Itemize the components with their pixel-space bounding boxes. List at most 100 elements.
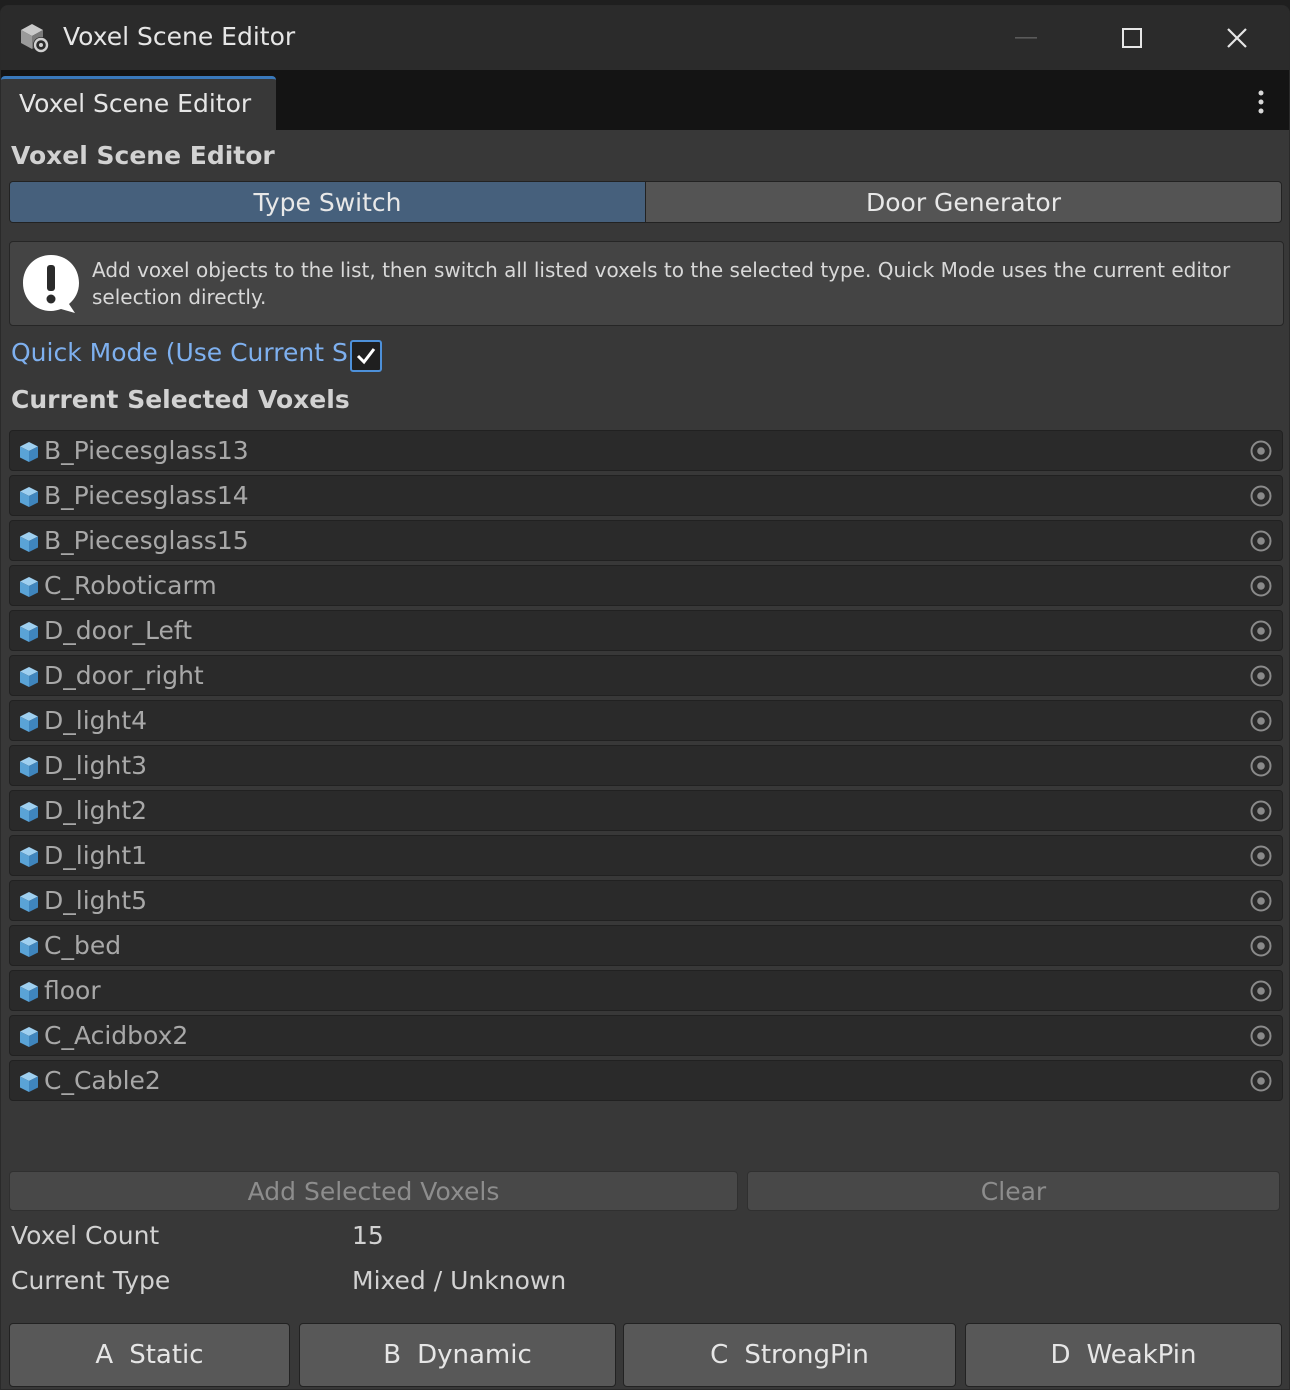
cube-icon xyxy=(20,802,38,822)
voxel-name: D_light3 xyxy=(44,751,148,780)
list-item[interactable]: floor xyxy=(9,970,1283,1011)
voxel-count-label: Voxel Count xyxy=(11,1221,160,1250)
more-options-icon[interactable] xyxy=(1251,87,1271,117)
list-item[interactable]: D_light2 xyxy=(9,790,1283,831)
type-key: B xyxy=(383,1340,402,1370)
type-label: StrongPin xyxy=(744,1340,869,1370)
object-picker-icon[interactable] xyxy=(1249,799,1273,823)
minimize-button[interactable] xyxy=(973,6,1078,70)
object-picker-icon[interactable] xyxy=(1249,889,1273,913)
type-dynamic-button[interactable]: B Dynamic xyxy=(299,1323,616,1387)
list-item[interactable]: D_door_right xyxy=(9,655,1283,696)
type-weakpin-button[interactable]: D WeakPin xyxy=(965,1323,1282,1387)
voxel-name: D_door_Left xyxy=(44,616,193,645)
cube-icon xyxy=(20,622,38,642)
quick-mode-label[interactable]: Quick Mode (Use Current Selection) xyxy=(11,338,347,374)
close-button[interactable] xyxy=(1184,6,1289,70)
quick-mode-checkbox[interactable] xyxy=(350,340,382,372)
object-picker-icon[interactable] xyxy=(1249,934,1273,958)
list-item[interactable]: D_light4 xyxy=(9,700,1283,741)
voxel-list: B_Piecesglass13 B_Piecesglass14 B_Piecesgl… xyxy=(9,430,1283,1105)
voxel-name: C_Roboticarm xyxy=(44,571,217,600)
editor-window: Voxel Scene Editor Voxel Scene Editor Vo… xyxy=(0,5,1290,1390)
cube-icon xyxy=(20,442,38,462)
object-picker-icon[interactable] xyxy=(1249,664,1273,688)
object-picker-icon[interactable] xyxy=(1249,439,1273,463)
checkmark-icon xyxy=(356,348,376,365)
voxel-name: D_light1 xyxy=(44,841,148,870)
type-key: A xyxy=(95,1340,114,1370)
object-picker-icon[interactable] xyxy=(1249,484,1273,508)
cube-icon xyxy=(20,757,38,777)
minimize-icon xyxy=(1014,37,1037,39)
cube-icon xyxy=(20,712,38,732)
type-key: C xyxy=(710,1340,729,1370)
voxel-name: B_Piecesglass13 xyxy=(44,436,249,465)
voxel-name: D_door_right xyxy=(44,661,204,690)
object-picker-icon[interactable] xyxy=(1249,709,1273,733)
cube-icon xyxy=(20,937,38,957)
list-item[interactable]: C_Acidbox2 xyxy=(9,1015,1283,1056)
add-selected-voxels-button[interactable]: Add Selected Voxels xyxy=(9,1171,738,1211)
object-picker-icon[interactable] xyxy=(1249,619,1273,643)
voxel-name: D_light4 xyxy=(44,706,148,735)
type-strongpin-button[interactable]: C StrongPin xyxy=(623,1323,956,1387)
type-label: Dynamic xyxy=(417,1340,532,1370)
list-item[interactable]: C_Roboticarm xyxy=(9,565,1283,606)
tab-voxel-scene-editor[interactable]: Voxel Scene Editor xyxy=(1,76,276,130)
list-item[interactable]: C_bed xyxy=(9,925,1283,966)
maximize-icon xyxy=(1121,28,1142,48)
cube-icon xyxy=(20,487,38,507)
object-picker-icon[interactable] xyxy=(1249,529,1273,553)
current-type-value: Mixed / Unknown xyxy=(352,1266,567,1295)
list-item[interactable]: C_Cable2 xyxy=(9,1060,1283,1101)
panel-content: Voxel Scene Editor Type Switch Door Gene… xyxy=(1,130,1289,1389)
list-item[interactable]: D_light5 xyxy=(9,880,1283,921)
list-item[interactable]: D_door_Left xyxy=(9,610,1283,651)
tab-door-generator[interactable]: Door Generator xyxy=(646,182,1281,222)
cube-icon xyxy=(20,667,38,687)
cube-icon xyxy=(20,982,38,1002)
voxel-name: C_Cable2 xyxy=(44,1066,161,1095)
object-picker-icon[interactable] xyxy=(1249,1069,1273,1093)
warning-icon xyxy=(23,255,79,313)
close-icon xyxy=(1226,28,1247,48)
list-item[interactable]: B_Piecesglass14 xyxy=(9,475,1283,516)
list-item[interactable]: B_Piecesglass13 xyxy=(9,430,1283,471)
title-bar: Voxel Scene Editor xyxy=(1,6,1289,70)
cube-icon xyxy=(20,892,38,912)
tab-type-switch[interactable]: Type Switch xyxy=(10,182,646,222)
list-item[interactable]: B_Piecesglass15 xyxy=(9,520,1283,561)
type-label: Static xyxy=(129,1340,204,1370)
cube-icon xyxy=(20,847,38,867)
help-text: Add voxel objects to the list, then swit… xyxy=(92,258,1231,309)
voxel-name: B_Piecesglass15 xyxy=(44,526,249,555)
tab-strip: Voxel Scene Editor xyxy=(1,70,1289,130)
object-picker-icon[interactable] xyxy=(1249,979,1273,1003)
clear-button[interactable]: Clear xyxy=(747,1171,1280,1211)
voxel-name: D_light5 xyxy=(44,886,148,915)
type-key: D xyxy=(1050,1340,1071,1370)
voxel-name: B_Piecesglass14 xyxy=(44,481,249,510)
cube-icon xyxy=(20,1072,38,1092)
cube-icon xyxy=(20,1027,38,1047)
list-item[interactable]: D_light3 xyxy=(9,745,1283,786)
current-type-label: Current Type xyxy=(11,1266,171,1295)
voxel-count-value: 15 xyxy=(352,1221,384,1250)
type-label: WeakPin xyxy=(1086,1340,1197,1370)
help-box: Add voxel objects to the list, then swit… xyxy=(9,241,1284,326)
app-icon xyxy=(21,24,49,53)
maximize-button[interactable] xyxy=(1079,6,1184,70)
mode-toolbar: Type Switch Door Generator xyxy=(9,181,1282,223)
window-title: Voxel Scene Editor xyxy=(63,22,296,51)
list-title: Current Selected Voxels xyxy=(11,385,350,414)
object-picker-icon[interactable] xyxy=(1249,844,1273,868)
object-picker-icon[interactable] xyxy=(1249,574,1273,598)
object-picker-icon[interactable] xyxy=(1249,754,1273,778)
voxel-name: C_bed xyxy=(44,931,122,960)
voxel-name: floor xyxy=(44,976,101,1005)
type-static-button[interactable]: A Static xyxy=(9,1323,290,1387)
list-item[interactable]: D_light1 xyxy=(9,835,1283,876)
voxel-name: D_light2 xyxy=(44,796,148,825)
object-picker-icon[interactable] xyxy=(1249,1024,1273,1048)
